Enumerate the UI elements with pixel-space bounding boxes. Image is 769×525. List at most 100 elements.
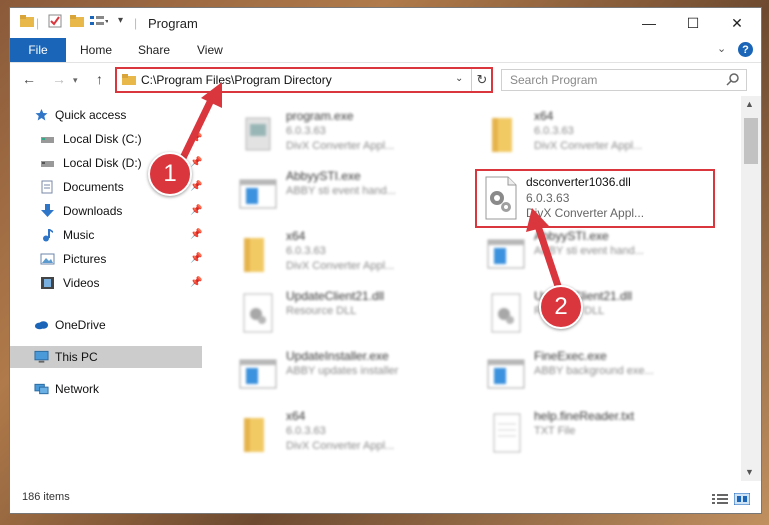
back-button[interactable]: ← — [22, 71, 36, 87]
list-item[interactable]: AbbyySTI.exe ABBY sti event hand... — [238, 168, 473, 222]
file-name: dsconverter1036.dll — [526, 175, 631, 189]
list-item[interactable]: FineExec.exe ABBY background exe... — [486, 348, 721, 402]
maximize-button[interactable]: ☐ — [671, 8, 715, 38]
window-title: Program — [148, 16, 198, 31]
sidebar-item-downloads[interactable]: Downloads 📌 — [10, 200, 202, 222]
sidebar-item-quick-access[interactable]: Quick access — [10, 104, 202, 126]
search-box[interactable]: Search Program — [501, 69, 747, 91]
file-version: 6.0.3.63 — [286, 245, 326, 257]
details-view-icon[interactable] — [712, 493, 728, 505]
file-description: DivX Converter Appl... — [286, 260, 395, 272]
scroll-up-icon[interactable]: ▲ — [745, 99, 754, 109]
file-name: UpdateInstaller.exe — [286, 349, 389, 363]
navigation-bar: ← → ▾ ↑ C:\Program Files\Program Directo… — [10, 63, 761, 95]
address-bar[interactable]: C:\Program Files\Program Directory ⌄ ↻ — [115, 67, 493, 93]
drive-icon — [41, 137, 54, 143]
list-item[interactable]: UpdateInstaller.exe ABBY updates install… — [238, 348, 473, 402]
tab-share[interactable]: Share — [138, 38, 170, 62]
status-bar: 186 items — [10, 483, 761, 513]
list-item[interactable]: x64 6.0.3.63 DivX Converter Appl... — [486, 108, 721, 162]
exe-window-icon — [487, 359, 525, 389]
list-item[interactable]: UpdateClient21.dll Resource DLL — [238, 288, 473, 342]
file-version: 6.0.3.63 — [286, 125, 326, 137]
vertical-scrollbar[interactable]: ▲ ▼ — [741, 96, 761, 481]
pin-icon[interactable]: 📌 — [190, 277, 202, 288]
list-item[interactable]: x64 6.0.3.63 DivX Converter Appl... — [238, 408, 473, 462]
address-path: C:\Program Files\Program Directory — [141, 73, 332, 87]
highlighted-file-dsconverter[interactable]: dsconverter1036.dll 6.0.3.63 DivX Conver… — [475, 169, 715, 228]
file-name: x64 — [534, 109, 554, 123]
file-description: DivX Converter Appl... — [286, 440, 395, 452]
file-name: UpdateClient21.dll — [286, 289, 385, 303]
file-name: x64 — [286, 229, 306, 243]
close-button[interactable]: ✕ — [715, 8, 759, 38]
address-folder-icon — [122, 74, 136, 85]
forward-button[interactable]: → — [52, 71, 66, 87]
properties-icon[interactable] — [48, 14, 62, 28]
search-icon — [726, 73, 739, 86]
ribbon: File Home Share View ⌄ ? — [10, 38, 761, 63]
scrollbar-thumb[interactable] — [744, 118, 758, 164]
pin-icon[interactable]: 📌 — [190, 229, 202, 240]
sidebar-item-label: Network — [55, 382, 100, 396]
refresh-icon[interactable]: ↻ — [471, 69, 492, 91]
help-button[interactable]: ? — [738, 42, 753, 57]
list-item[interactable]: UpdateClient21.dll Resource DLL — [486, 288, 721, 342]
view-options-icon[interactable] — [90, 14, 108, 28]
sidebar-item-label: Videos — [63, 276, 100, 290]
tab-home[interactable]: Home — [80, 38, 112, 62]
pin-icon[interactable]: 📌 — [190, 181, 202, 192]
pin-icon[interactable]: 📌 — [190, 205, 202, 216]
drive-icon — [41, 161, 54, 167]
list-item[interactable]: help.fineReader.txt TXT File — [486, 408, 721, 462]
sidebar-item-onedrive[interactable]: OneDrive — [10, 314, 202, 336]
search-input[interactable]: Search Program — [510, 73, 597, 87]
large-icons-view-icon[interactable] — [734, 493, 750, 505]
list-item[interactable]: x64 6.0.3.63 DivX Converter Appl... — [238, 228, 473, 282]
up-button[interactable]: ↑ — [96, 71, 103, 87]
file-description: ABBY sti event hand... — [286, 185, 396, 197]
sidebar-item-this-pc[interactable]: This PC — [10, 346, 202, 368]
sidebar-item-label: OneDrive — [55, 318, 106, 332]
folder-icon[interactable] — [20, 14, 34, 28]
file-name: FineExec.exe — [534, 349, 607, 363]
title-bar: | ▾ | Program — ☐ ✕ — [10, 8, 761, 38]
customize-toolbar-icon[interactable]: ▾ — [118, 15, 123, 26]
file-description: ABBY sti event hand... — [534, 245, 644, 257]
network-icon — [34, 383, 49, 395]
sidebar-item-music[interactable]: Music 📌 — [10, 224, 202, 246]
sidebar-item-pictures[interactable]: Pictures 📌 — [10, 248, 202, 270]
tab-file[interactable]: File — [10, 38, 66, 62]
explorer-window: | ▾ | Program — ☐ ✕ File Home Share View… — [10, 8, 761, 513]
minimize-button[interactable]: — — [627, 8, 671, 38]
pictures-icon — [40, 253, 55, 265]
address-dropdown-icon[interactable]: ⌄ — [455, 73, 463, 84]
file-version: 6.0.3.63 — [526, 191, 570, 205]
star-icon — [35, 109, 48, 121]
recent-locations-icon[interactable]: ▾ — [73, 75, 78, 86]
pin-icon[interactable]: 📌 — [190, 253, 202, 264]
file-name: help.fineReader.txt — [534, 409, 635, 423]
file-description: TXT File — [534, 425, 576, 437]
pin-icon[interactable]: 📌 — [190, 157, 202, 168]
file-list: program.exe 6.0.3.63 DivX Converter Appl… — [210, 96, 741, 481]
scroll-down-icon[interactable]: ▼ — [745, 467, 754, 477]
exe-window-icon — [239, 179, 277, 209]
new-folder-icon[interactable] — [70, 14, 84, 28]
file-name: program.exe — [286, 109, 354, 123]
list-item[interactable]: program.exe 6.0.3.63 DivX Converter Appl… — [238, 108, 473, 162]
sidebar-item-label: Local Disk (D:) — [63, 156, 142, 170]
sidebar-item-network[interactable]: Network — [10, 378, 202, 400]
documents-icon — [41, 180, 53, 194]
file-version: 6.0.3.63 — [286, 425, 326, 437]
file-name: AbbyySTI.exe — [534, 229, 609, 243]
sidebar-item-local-disk-c[interactable]: Local Disk (C:) 📌 — [10, 128, 202, 150]
sidebar-item-videos[interactable]: Videos 📌 — [10, 272, 202, 294]
expand-ribbon-icon[interactable]: ⌄ — [717, 42, 726, 55]
file-name: x64 — [286, 409, 306, 423]
dll-icon — [491, 293, 521, 333]
list-item[interactable]: AbbyySTI.exe ABBY sti event hand... — [486, 228, 721, 282]
pin-icon[interactable]: 📌 — [190, 133, 202, 144]
tab-view[interactable]: View — [197, 38, 223, 62]
item-count: 186 items — [22, 491, 70, 503]
